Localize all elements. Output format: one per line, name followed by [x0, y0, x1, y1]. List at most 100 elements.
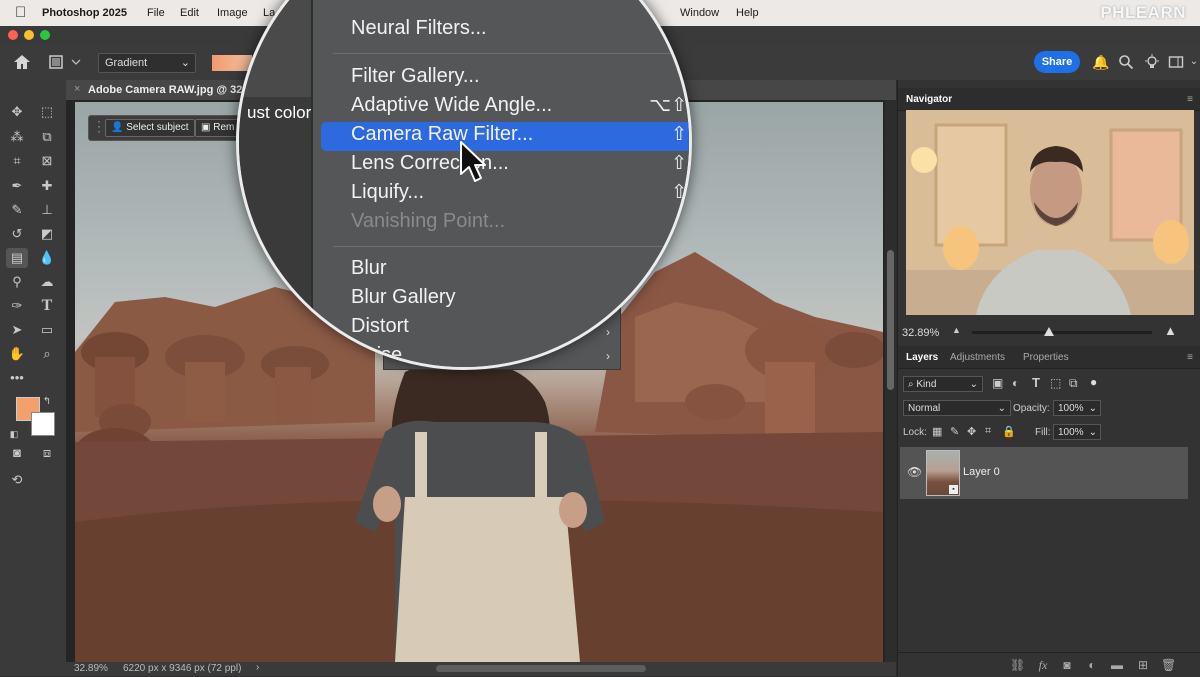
minimize-window-button[interactable] — [24, 30, 34, 40]
filter-pixel-icon[interactable]: ▣ — [992, 376, 1003, 390]
lightbulb-icon[interactable] — [1144, 54, 1160, 70]
layer-row[interactable]: 👁 ▪ Layer 0 — [900, 447, 1188, 499]
clone-stamp-tool-icon[interactable]: ⊥ — [36, 200, 58, 220]
blend-mode-select[interactable]: Normal ⌄ — [903, 400, 1011, 416]
crop-tool-icon[interactable]: ⌗ — [6, 151, 28, 171]
workspace-icon[interactable] — [1168, 54, 1184, 70]
smudge-tool-icon[interactable]: ☁ — [36, 272, 58, 292]
menu-item-blur-gallery[interactable]: Blur Gallery — [351, 286, 455, 309]
menu-item-blur[interactable]: Blur — [351, 257, 387, 280]
layer-thumbnail[interactable]: ▪ — [926, 450, 960, 496]
blur-tool-icon[interactable]: 💧 — [36, 248, 58, 268]
zoom-tool-icon[interactable]: ⌕ — [36, 344, 58, 364]
gradient-type-select[interactable]: Gradient ⌄ — [98, 53, 196, 73]
edit-toolbar-icon[interactable]: ⟲ — [6, 470, 28, 490]
menu-edit[interactable]: Edit — [180, 7, 199, 19]
tab-properties[interactable]: Properties — [1023, 352, 1069, 363]
menu-item-camera-raw-filter[interactable]: Camera Raw Filter... — [351, 123, 533, 146]
tool-preset-icon[interactable] — [48, 54, 82, 70]
more-tools-icon[interactable]: ••• — [6, 368, 28, 388]
marquee-tool-icon[interactable]: ⬚ — [36, 102, 58, 122]
tab-navigator[interactable]: Navigator — [906, 94, 952, 105]
filter-adjustment-icon[interactable]: ◐ — [1012, 376, 1019, 390]
fx-icon[interactable]: fx — [1036, 658, 1050, 672]
add-mask-icon[interactable]: ◙ — [1060, 658, 1074, 672]
background-color-swatch[interactable] — [31, 412, 55, 436]
vertical-scrollbar[interactable] — [885, 100, 896, 662]
status-menu-arrow[interactable]: › — [256, 662, 259, 673]
eye-icon[interactable]: 👁 — [907, 465, 922, 479]
history-brush-tool-icon[interactable]: ↺ — [6, 224, 28, 244]
navigator-zoom-slider[interactable] — [972, 327, 1152, 336]
horizontal-scroll-thumb[interactable] — [436, 665, 646, 672]
menu-item-noise[interactable]: Noise — [351, 344, 402, 367]
swap-colors-icon[interactable]: ↰ — [40, 392, 54, 412]
close-window-button[interactable] — [8, 30, 18, 40]
filter-smart-object-icon[interactable]: ⧉ — [1069, 376, 1078, 391]
layer-filter-kind-select[interactable]: ⌕ Kind ⌄ — [903, 376, 983, 392]
lock-position-icon[interactable]: ✥ — [967, 425, 976, 438]
path-selection-tool-icon[interactable]: ➤ — [6, 320, 28, 340]
new-group-icon[interactable]: ▬ — [1110, 658, 1124, 672]
new-layer-icon[interactable]: ⊞ — [1136, 658, 1150, 672]
zoom-out-icon[interactable]: ▲ — [952, 325, 961, 335]
lock-artboard-icon[interactable]: ⌗ — [985, 425, 991, 438]
move-tool-icon[interactable]: ✥ — [6, 102, 28, 122]
menu-file[interactable]: File — [147, 7, 165, 19]
brush-tool-icon[interactable]: ✎ — [6, 200, 28, 220]
default-colors-icon[interactable]: ◧ — [8, 424, 20, 444]
layer-name[interactable]: Layer 0 — [963, 466, 1000, 478]
object-selection-tool-icon[interactable]: ⁂ — [6, 127, 28, 147]
select-subject-button[interactable]: 👤 Select subject — [105, 119, 195, 137]
filter-type-icon[interactable]: T — [1032, 375, 1040, 390]
new-adjustment-layer-icon[interactable]: ◐ — [1085, 658, 1099, 672]
close-icon[interactable]: × — [74, 83, 80, 95]
bell-icon[interactable]: 🔔 — [1092, 54, 1109, 70]
menu-item-adaptive-wide-angle[interactable]: Adaptive Wide Angle... — [351, 94, 552, 117]
navigator-preview[interactable] — [906, 110, 1194, 315]
hand-tool-icon[interactable]: ✋ — [6, 344, 28, 364]
remove-background-button[interactable]: ▣ Rem — [195, 119, 241, 137]
quick-mask-icon[interactable]: ◙ — [6, 443, 28, 463]
status-zoom[interactable]: 32.89% — [74, 663, 108, 674]
search-icon[interactable] — [1118, 54, 1134, 70]
gradient-tool-icon[interactable]: ▤ — [6, 248, 28, 268]
menu-help[interactable]: Help — [736, 7, 759, 19]
share-button[interactable]: Share — [1034, 51, 1080, 73]
drag-handle-icon[interactable]: ⋮ — [92, 118, 106, 135]
menu-item-neural-filters[interactable]: Neural Filters... — [351, 17, 487, 40]
zoom-in-icon[interactable]: ▲ — [1164, 323, 1177, 338]
type-tool-icon[interactable]: T — [36, 296, 58, 316]
quick-selection-tool-icon[interactable]: ⧉ — [36, 127, 58, 147]
screen-mode-icon[interactable]: ⧈ — [36, 443, 58, 463]
zoom-window-button[interactable] — [40, 30, 50, 40]
vertical-scroll-thumb[interactable] — [887, 250, 894, 390]
home-icon[interactable] — [12, 53, 32, 71]
rectangle-tool-icon[interactable]: ▭ — [36, 320, 58, 340]
opacity-field[interactable]: 100% ⌄ — [1053, 400, 1101, 416]
link-layers-icon[interactable]: ⛓ — [1010, 658, 1025, 672]
lock-all-icon[interactable]: 🔒 — [1002, 425, 1016, 438]
apple-icon[interactable]:  — [15, 4, 26, 21]
tab-layers[interactable]: Layers — [906, 352, 938, 363]
navigator-zoom-value[interactable]: 32.89% — [902, 327, 939, 339]
filter-shape-icon[interactable]: ⬚ — [1050, 376, 1061, 390]
menu-item-distort[interactable]: Distort — [351, 315, 409, 338]
zoom-slider-knob[interactable] — [1044, 327, 1054, 336]
eyedropper-tool-icon[interactable]: ✒ — [6, 176, 28, 196]
tab-adjustments[interactable]: Adjustments — [950, 352, 1005, 363]
lock-transparent-icon[interactable]: ▦ — [932, 425, 942, 438]
healing-brush-tool-icon[interactable]: ✚ — [36, 176, 58, 196]
filter-toggle-icon[interactable]: ● — [1090, 375, 1097, 389]
panel-menu-icon[interactable]: ≡ — [1187, 94, 1193, 105]
eraser-tool-icon[interactable]: ◩ — [36, 224, 58, 244]
menu-item-filter-gallery[interactable]: Filter Gallery... — [351, 65, 480, 88]
menu-app-name[interactable]: Photoshop 2025 — [42, 7, 127, 19]
panel-menu-icon[interactable]: ≡ — [1187, 352, 1193, 363]
lock-image-icon[interactable]: ✎ — [950, 425, 959, 438]
trash-icon[interactable]: 🗑 — [1161, 658, 1176, 672]
menu-item-liquify[interactable]: Liquify... — [351, 181, 424, 204]
frame-tool-icon[interactable]: ⊠ — [36, 151, 58, 171]
dodge-tool-icon[interactable]: ⚲ — [6, 272, 28, 292]
fill-field[interactable]: 100% ⌄ — [1053, 424, 1101, 440]
